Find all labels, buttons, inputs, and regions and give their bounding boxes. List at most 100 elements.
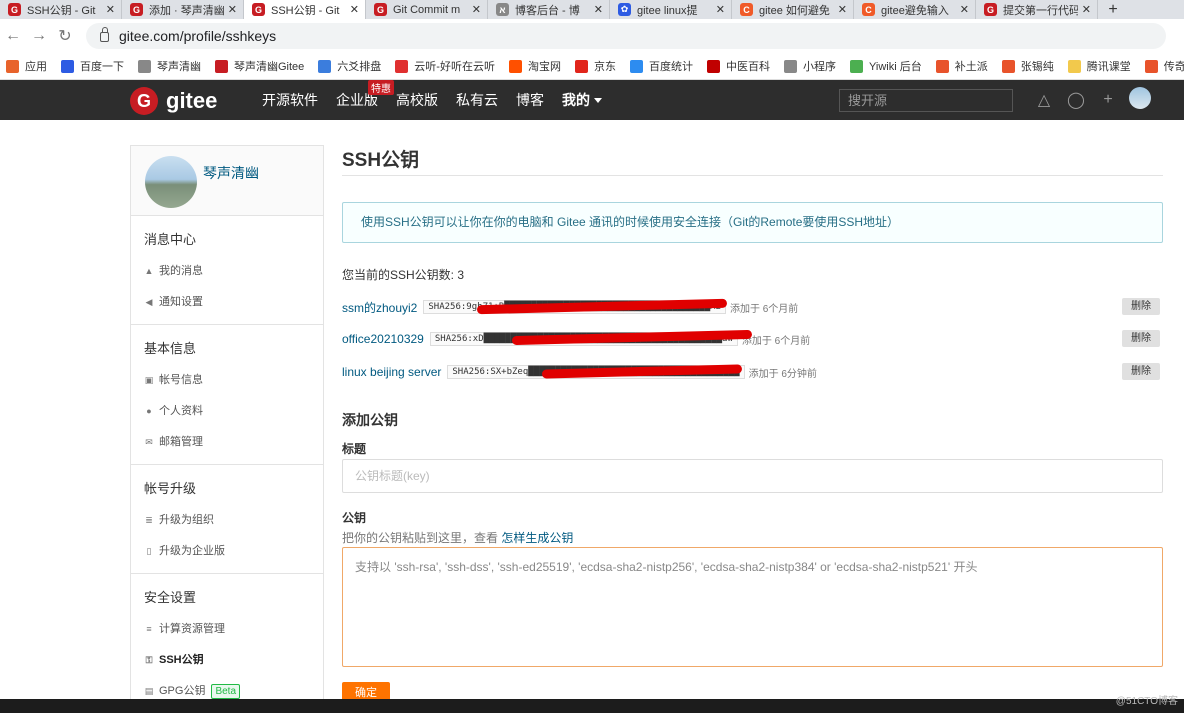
tab-title: gitee避免输入 bbox=[881, 4, 949, 17]
bookmark-item[interactable]: 补土派 bbox=[935, 58, 988, 74]
favicon-icon: G bbox=[252, 3, 265, 16]
how-to-generate-link[interactable]: 怎样生成公钥 bbox=[501, 531, 573, 545]
bookmark-item[interactable]: 六爻排盘 bbox=[318, 58, 381, 74]
bookmark-item[interactable]: 张锡纯 bbox=[1001, 58, 1054, 74]
delete-key-button[interactable]: 删除 bbox=[1122, 330, 1160, 347]
close-icon[interactable]: ✕ bbox=[838, 3, 847, 16]
bookmark-icon bbox=[783, 59, 797, 73]
close-icon[interactable]: ✕ bbox=[228, 3, 237, 16]
bookmark-item[interactable]: Yiwiki 后台 bbox=[849, 58, 922, 74]
favicon-icon: C bbox=[862, 3, 875, 16]
browser-tab[interactable]: Cgitee 如何避免 ✕ bbox=[732, 0, 854, 19]
public-key-textarea[interactable]: 支持以 'ssh-rsa', 'ssh-dss', 'ssh-ed25519',… bbox=[342, 547, 1163, 667]
sidebar-item-label: 个人资料 bbox=[159, 405, 203, 417]
close-icon[interactable]: ✕ bbox=[960, 3, 969, 16]
tab-title: gitee 如何避免 bbox=[759, 4, 830, 17]
main-nav: 开源软件 企业版 特惠 高校版 私有云 博客 我的 bbox=[262, 80, 638, 120]
sidebar-item[interactable]: ≡ 计算资源管理 bbox=[144, 614, 323, 645]
browser-tab[interactable]: G Git Commit m ✕ bbox=[366, 0, 488, 19]
sidebar-item[interactable]: ✉ 邮箱管理 bbox=[144, 427, 323, 458]
chevron-down-icon bbox=[594, 98, 602, 103]
browser-tab[interactable]: G 提交第一行代码 ✕ bbox=[976, 0, 1098, 19]
bookmark-item[interactable]: 百度统计 bbox=[629, 58, 693, 74]
bookmark-icon bbox=[508, 59, 522, 73]
browser-tab[interactable]: G SSH公钥 - Git ✕ bbox=[0, 0, 122, 19]
bookmark-item[interactable]: 中医百科 bbox=[706, 58, 770, 74]
key-added-time: 添加于 6分钟前 bbox=[748, 368, 817, 380]
bookmark-item[interactable]: 京东 bbox=[574, 58, 616, 74]
forward-icon[interactable]: → bbox=[26, 27, 52, 45]
list-icon: ≡ bbox=[146, 624, 152, 634]
ssh-key-row: linux beijing serverSHA256:SX+bZeq██████… bbox=[342, 362, 1163, 382]
address-bar[interactable]: gitee.com/profile/sshkeys bbox=[86, 23, 1166, 49]
close-icon[interactable]: ✕ bbox=[472, 3, 481, 16]
bookmarks-bar: 应用 百度一下 琴声清幽 琴声清幽Gitee 六爻排盘 云听-好听在云听 淘宝网 京东 百度统计… bbox=[0, 53, 1184, 80]
bookmark-item[interactable]: 琴声清幽 bbox=[138, 58, 201, 74]
key-name-link[interactable]: office20210329 bbox=[342, 332, 424, 346]
sidebar-item[interactable]: ◀ 通知设置 bbox=[144, 287, 323, 318]
main-content: SSH公钥 使用SSH公钥可以让你在你的电脑和 Gitee 通讯的时候使用安全连… bbox=[342, 145, 1163, 705]
plus-icon[interactable]: + bbox=[1092, 91, 1124, 109]
nav-open-source[interactable]: 开源软件 bbox=[262, 90, 318, 110]
username-link[interactable]: 琴声清幽 bbox=[203, 163, 259, 183]
bookmark-item[interactable]: 腾讯课堂 bbox=[1067, 58, 1131, 74]
key-name-link[interactable]: ssm的zhouyi2 bbox=[342, 299, 417, 316]
browser-tab[interactable]: א 博客后台 - 博 ✕ bbox=[488, 0, 610, 19]
browser-tab[interactable]: Cgitee避免输入 ✕ bbox=[854, 0, 976, 19]
new-tab-icon[interactable]: + bbox=[1098, 0, 1128, 19]
key-name-link[interactable]: linux beijing server bbox=[342, 365, 441, 379]
lightbulb-icon[interactable]: ◯ bbox=[1060, 90, 1092, 110]
bookmark-item[interactable]: 云听-好听在云听 bbox=[395, 58, 495, 74]
user-avatar[interactable] bbox=[1124, 86, 1156, 114]
bookmark-icon bbox=[629, 59, 643, 73]
bell-icon[interactable]: △ bbox=[1028, 90, 1060, 110]
bookmark-item[interactable]: 传奇大 bbox=[1144, 58, 1184, 74]
url-text: gitee.com/profile/sshkeys bbox=[119, 28, 277, 44]
nav-private-cloud[interactable]: 私有云 bbox=[456, 90, 498, 110]
tab-title: 提交第一行代码 bbox=[1003, 4, 1078, 17]
browser-tab[interactable]: G 添加 · 琴声清幽 ✕ bbox=[122, 0, 244, 19]
sidebar-item-label: 邮箱管理 bbox=[159, 436, 203, 448]
bookmark-label: 百度统计 bbox=[648, 61, 693, 73]
close-icon[interactable]: ✕ bbox=[594, 3, 603, 16]
gitee-logo[interactable]: G gitee bbox=[130, 87, 217, 115]
favicon-icon: G bbox=[130, 3, 143, 16]
close-icon[interactable]: ✕ bbox=[106, 3, 115, 16]
close-icon[interactable]: ✕ bbox=[716, 3, 725, 16]
reload-icon[interactable]: ↻ bbox=[52, 26, 78, 46]
sidebar-item-label: 通知设置 bbox=[159, 296, 203, 308]
sidebar-item[interactable]: ● 个人资料 bbox=[144, 396, 323, 427]
bookmark-icon bbox=[61, 59, 74, 73]
browser-tab[interactable]: ✿ gitee linux提 ✕ bbox=[610, 0, 732, 19]
sidebar-item[interactable]: ▣ 帐号信息 bbox=[144, 365, 323, 396]
nav-education[interactable]: 高校版 bbox=[396, 90, 438, 110]
bookmark-item[interactable]: 应用 bbox=[6, 58, 47, 74]
bookmark-item[interactable]: 小程序 bbox=[783, 58, 836, 74]
avatar[interactable] bbox=[145, 156, 197, 208]
browser-tab-strip: G SSH公钥 - Git ✕ G 添加 · 琴声清幽 ✕ G SSH公钥 - Git ✕ G Gi… bbox=[0, 0, 1184, 19]
sidebar-item-label: SSH公钥 bbox=[159, 654, 204, 666]
key-title-input[interactable]: 公钥标题(key) bbox=[342, 459, 1163, 493]
sidebar-item[interactable]: ▲ 我的消息 bbox=[144, 256, 323, 287]
bookmark-item[interactable]: 琴声清幽Gitee bbox=[215, 58, 304, 74]
sidebar-item[interactable]: ≣ 升级为组织 bbox=[144, 505, 323, 536]
nav-blog[interactable]: 博客 bbox=[516, 90, 544, 110]
info-message: 使用SSH公钥可以让你在你的电脑和 Gitee 通讯的时候使用安全连接（Git的… bbox=[342, 202, 1163, 243]
search-input[interactable]: 搜开源 bbox=[839, 89, 1013, 112]
delete-key-button[interactable]: 删除 bbox=[1122, 298, 1160, 315]
close-icon[interactable]: ✕ bbox=[350, 3, 359, 16]
nav-enterprise[interactable]: 企业版 特惠 bbox=[336, 80, 394, 110]
sidebar-item[interactable]: ▯ 升级为企业版 bbox=[144, 536, 323, 567]
close-icon[interactable]: ✕ bbox=[1082, 3, 1091, 16]
bookmark-item[interactable]: 百度一下 bbox=[61, 58, 124, 74]
title-label: 标题 bbox=[342, 442, 367, 456]
browser-tab[interactable]: G SSH公钥 - Git ✕ bbox=[244, 0, 366, 19]
sidebar-item[interactable]: ⚿ SSH公钥 bbox=[144, 645, 323, 676]
delete-key-button[interactable]: 删除 bbox=[1122, 363, 1160, 380]
bookmark-item[interactable]: 淘宝网 bbox=[508, 58, 561, 74]
nav-mine[interactable]: 我的 bbox=[562, 90, 620, 110]
key-icon: ⚿ bbox=[145, 655, 153, 665]
nav-mine-label: 我的 bbox=[562, 92, 590, 108]
back-icon[interactable]: ← bbox=[0, 27, 26, 45]
sidebar-item-label: 帐号信息 bbox=[159, 374, 203, 386]
